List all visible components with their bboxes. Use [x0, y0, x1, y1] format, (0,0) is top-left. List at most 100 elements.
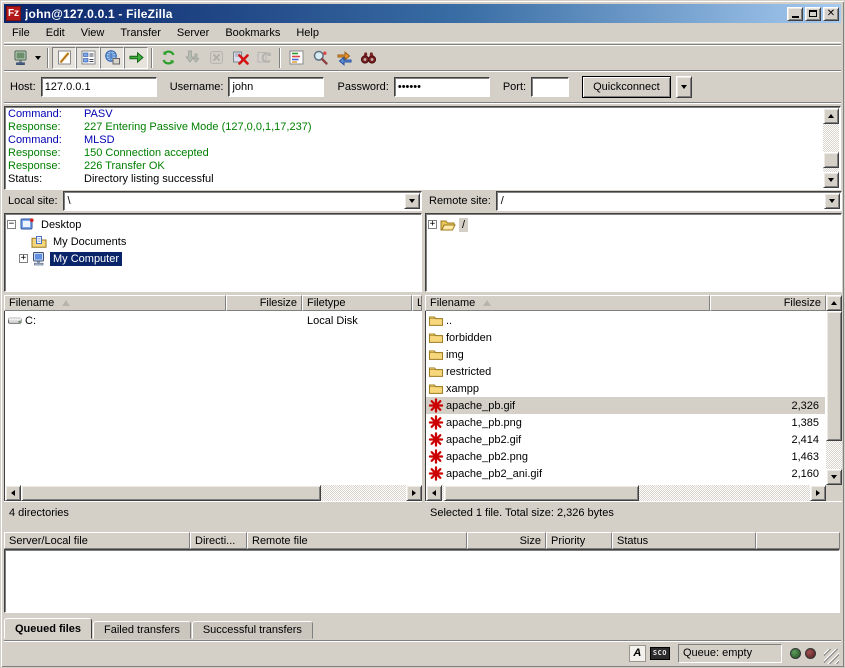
column-header-server-local-file[interactable]: Server/Local file — [4, 532, 190, 549]
remote-file-row[interactable]: apache_pb2.gif2,414 — [426, 431, 825, 448]
scroll-up-button[interactable] — [823, 108, 839, 124]
queue-list[interactable] — [4, 549, 840, 613]
refresh-button[interactable] — [156, 47, 180, 69]
minimize-button[interactable] — [787, 7, 803, 21]
scroll-thumb[interactable] — [826, 311, 842, 441]
remote-site-combobox[interactable]: / — [496, 191, 842, 211]
process-queue-button[interactable] — [180, 47, 204, 69]
scroll-down-button[interactable] — [826, 469, 842, 485]
remote-folder-row[interactable]: forbidden — [426, 329, 825, 346]
scroll-thumb[interactable] — [444, 485, 639, 501]
maximize-button[interactable] — [805, 7, 821, 21]
column-header-priority[interactable]: Priority — [546, 532, 612, 549]
tab-failed-transfers[interactable]: Failed transfers — [93, 621, 191, 639]
cancel-operation-button[interactable] — [204, 47, 228, 69]
remote-horizontal-scrollbar[interactable] — [425, 485, 826, 501]
expand-icon[interactable]: + — [19, 254, 28, 263]
arrow-down-icon — [828, 178, 834, 182]
resize-grip[interactable] — [824, 649, 839, 664]
scroll-up-button[interactable] — [826, 295, 842, 311]
arrow-up-icon — [828, 114, 834, 118]
tree-item-desktop[interactable]: − Desktop — [7, 216, 421, 233]
disconnect-button[interactable] — [228, 47, 252, 69]
toggle-message-log-button[interactable] — [52, 47, 76, 69]
reconnect-button[interactable] — [252, 47, 276, 69]
log-scrollbar[interactable] — [823, 108, 839, 188]
scroll-thumb[interactable] — [21, 485, 321, 501]
remote-folder-row[interactable]: .. — [426, 312, 825, 329]
site-manager-dropdown-button[interactable] — [32, 47, 44, 69]
toggle-transfer-queue-button[interactable] — [124, 47, 148, 69]
tree-item-label-selected: / — [459, 218, 468, 232]
tree-item-root[interactable]: + / — [428, 216, 841, 233]
image-file-icon — [428, 415, 444, 430]
menu-file[interactable]: File — [4, 24, 38, 42]
column-header-size[interactable]: Size — [467, 532, 546, 549]
site-manager-button[interactable] — [8, 47, 32, 69]
local-file-row[interactable]: C: Local Disk — [5, 312, 421, 329]
column-header-last-modified[interactable]: L — [412, 295, 422, 311]
remote-file-row-selected[interactable]: apache_pb.gif2,326 — [426, 397, 825, 414]
remote-file-row[interactable]: apache_pb.png1,385 — [426, 414, 825, 431]
local-site-combobox[interactable]: \ — [63, 191, 422, 211]
column-header-filename[interactable]: Filename — [425, 295, 710, 311]
local-site-dropdown-button[interactable] — [404, 193, 420, 209]
menu-bookmarks[interactable]: Bookmarks — [217, 24, 288, 42]
port-input[interactable] — [531, 77, 569, 97]
scroll-left-button[interactable] — [426, 485, 442, 501]
host-input[interactable] — [41, 77, 157, 97]
arrow-left-icon — [432, 490, 436, 496]
toggle-remote-tree-button[interactable] — [100, 47, 124, 69]
column-header-filetype[interactable]: Filetype — [302, 295, 412, 311]
password-input[interactable] — [394, 77, 490, 97]
remote-file-row[interactable]: apache_pb2_ani.gif2,160 — [426, 465, 825, 482]
tree-item-my-documents[interactable]: My Documents — [7, 233, 421, 250]
expand-icon[interactable]: + — [428, 220, 437, 229]
remote-site-value: / — [501, 195, 504, 207]
column-header-filesize[interactable]: Filesize — [710, 295, 826, 311]
remote-directory-tree: + / — [425, 213, 842, 292]
synchronized-browsing-button[interactable] — [332, 47, 356, 69]
close-button[interactable]: ✕ — [823, 7, 839, 21]
remote-site-dropdown-button[interactable] — [824, 193, 840, 209]
remote-folder-row[interactable]: restricted — [426, 363, 825, 380]
remote-file-list: .. forbidden img restricted xampp apache… — [425, 311, 826, 485]
menu-transfer[interactable]: Transfer — [112, 24, 169, 42]
column-header-filename[interactable]: Filename — [4, 295, 226, 311]
tab-successful-transfers[interactable]: Successful transfers — [192, 621, 313, 639]
tree-item-my-computer[interactable]: + My Computer — [7, 250, 421, 267]
log-text: 150 Connection accepted — [84, 147, 209, 160]
transfer-queue-icon — [128, 49, 145, 66]
compare-directories-button[interactable] — [308, 47, 332, 69]
toggle-local-tree-button[interactable] — [76, 47, 100, 69]
menu-help[interactable]: Help — [288, 24, 327, 42]
menu-edit[interactable]: Edit — [38, 24, 73, 42]
remote-folder-row[interactable]: img — [426, 346, 825, 363]
scroll-right-button[interactable] — [406, 485, 422, 501]
scroll-right-button[interactable] — [810, 485, 826, 501]
column-header-remote-file[interactable]: Remote file — [247, 532, 467, 549]
remote-vertical-scrollbar[interactable] — [826, 295, 842, 485]
menu-view[interactable]: View — [73, 24, 113, 42]
username-input[interactable] — [228, 77, 324, 97]
title-bar[interactable]: Fz john@127.0.0.1 - FileZilla ✕ — [4, 4, 841, 23]
tab-queued-files[interactable]: Queued files — [4, 618, 92, 639]
remote-folder-row[interactable]: xampp — [426, 380, 825, 397]
scroll-down-button[interactable] — [823, 172, 839, 188]
chevron-down-icon — [409, 199, 415, 203]
menu-server[interactable]: Server — [169, 24, 217, 42]
log-label: Command: — [8, 134, 84, 147]
find-files-button[interactable] — [356, 47, 380, 69]
directory-filters-button[interactable] — [284, 47, 308, 69]
collapse-icon[interactable]: − — [7, 220, 16, 229]
scroll-left-button[interactable] — [5, 485, 21, 501]
quickconnect-dropdown-button[interactable] — [676, 76, 692, 98]
local-horizontal-scrollbar[interactable] — [4, 485, 422, 501]
quickconnect-button[interactable]: Quickconnect — [582, 76, 671, 98]
column-header-filesize[interactable]: Filesize — [226, 295, 302, 311]
remote-file-row[interactable]: apache_pb2.png1,463 — [426, 448, 825, 465]
column-header-direction[interactable]: Directi... — [190, 532, 247, 549]
column-header-status[interactable]: Status — [612, 532, 756, 549]
scroll-thumb[interactable] — [823, 152, 839, 168]
remote-site-label: Remote site: — [425, 195, 496, 207]
